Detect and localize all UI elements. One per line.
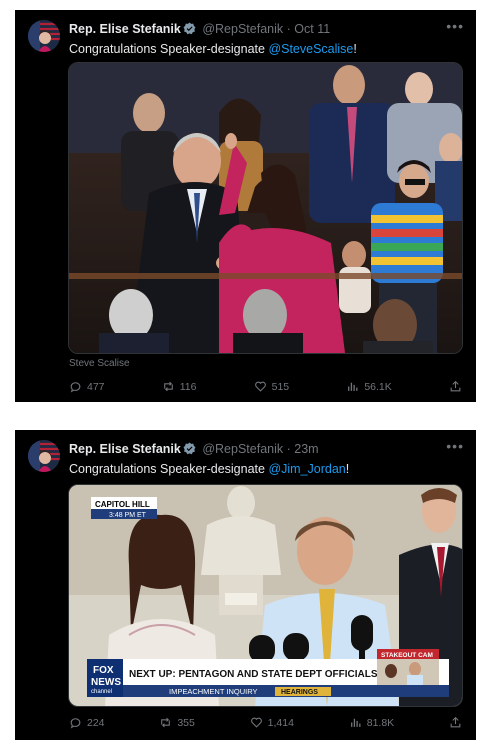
tweet-text-prefix: Congratulations Speaker-designate	[69, 462, 269, 476]
avatar[interactable]	[28, 440, 60, 472]
tweet-video[interactable]: CAPITOL HILL 3:48 PM ET FOX NEWS channel…	[68, 484, 463, 707]
views-button[interactable]: 56.1K	[346, 380, 392, 393]
share-icon	[450, 716, 461, 728]
network-line1: FOX	[93, 665, 114, 676]
striped-sweater	[371, 203, 443, 283]
tweet-header: Rep. Elise Stefanik @RepStefanik · Oct 1…	[69, 21, 448, 37]
views-count: 56.1K	[364, 380, 392, 393]
like-icon	[250, 717, 262, 728]
share-icon	[450, 380, 461, 392]
network-line2: NEWS	[91, 677, 121, 688]
tweet-card-1[interactable]: Rep. Elise Stefanik @RepStefanik · Oct 1…	[15, 10, 476, 402]
tweet-text: Congratulations Speaker-designate @Steve…	[69, 41, 357, 57]
like-count: 1,414	[267, 716, 294, 729]
tweet-card-2[interactable]: Rep. Elise Stefanik @RepStefanik · 23m •…	[15, 430, 476, 740]
media-caption[interactable]: Steve Scalise	[69, 358, 130, 369]
retweet-count: 116	[179, 380, 197, 393]
photo-hug-scene	[69, 63, 462, 353]
reply-icon	[70, 382, 81, 393]
retweet-icon	[163, 381, 173, 392]
tweet-header: Rep. Elise Stefanik @RepStefanik · 23m	[69, 441, 448, 457]
author-handle[interactable]: @RepStefanik	[202, 442, 283, 456]
retweet-icon	[161, 717, 171, 728]
action-bar: 224 355 1,414 81.8K	[69, 716, 462, 729]
tweet-time[interactable]: Oct 11	[294, 22, 330, 36]
tweet-text-prefix: Congratulations Speaker-designate	[69, 42, 269, 56]
tweet-text-suffix: !	[345, 462, 350, 476]
reply-count: 224	[87, 716, 105, 729]
mention-link[interactable]: @SteveScalise	[268, 42, 353, 56]
author-handle[interactable]: @RepStefanik	[202, 22, 283, 36]
views-count: 81.8K	[366, 716, 395, 729]
retweet-button[interactable]: 355	[159, 716, 195, 729]
location-label: CAPITOL HILL	[95, 500, 150, 509]
tweet-text-suffix: !	[353, 42, 357, 56]
video-frame: CAPITOL HILL 3:48 PM ET FOX NEWS channel…	[69, 485, 462, 706]
like-button[interactable]: 1,414	[250, 716, 294, 729]
subline: IMPEACHMENT INQUIRY	[169, 687, 257, 696]
more-icon[interactable]: •••	[446, 18, 464, 34]
reply-button[interactable]: 224	[69, 716, 105, 729]
separator: ·	[286, 22, 291, 36]
author-name[interactable]: Rep. Elise Stefanik	[69, 442, 181, 456]
retweet-count: 355	[177, 716, 195, 729]
views-icon	[350, 718, 361, 727]
tweet-time[interactable]: 23m	[294, 442, 318, 456]
like-icon	[254, 381, 266, 392]
tweet-photo[interactable]	[68, 62, 463, 354]
share-button[interactable]	[449, 380, 462, 393]
subline-tag: HEARINGS	[281, 689, 318, 696]
more-icon[interactable]: •••	[446, 438, 464, 454]
tweet-text: Congratulations Speaker-designate @Jim_J…	[69, 461, 349, 477]
separator: ·	[286, 442, 291, 456]
action-bar: 477 116 515 56.1K	[69, 380, 462, 393]
cam-label: STAKEOUT CAM	[381, 652, 433, 659]
author-name[interactable]: Rep. Elise Stefanik	[69, 22, 181, 36]
avatar[interactable]	[28, 20, 60, 52]
views-icon	[348, 382, 358, 391]
mention-link[interactable]: @Jim_Jordan	[268, 462, 345, 476]
reply-icon	[70, 718, 81, 729]
reply-button[interactable]: 477	[69, 380, 105, 393]
like-button[interactable]: 515	[254, 380, 290, 393]
verified-badge-icon	[183, 22, 196, 35]
verified-badge-icon	[183, 442, 196, 455]
broadcast-clock: 3:48 PM ET	[109, 512, 147, 519]
retweet-button[interactable]: 116	[162, 380, 197, 393]
views-button[interactable]: 81.8K	[349, 716, 394, 729]
like-count: 515	[271, 380, 290, 393]
network-line3: channel	[91, 689, 112, 695]
reply-count: 477	[87, 380, 105, 393]
share-button[interactable]	[449, 716, 462, 729]
